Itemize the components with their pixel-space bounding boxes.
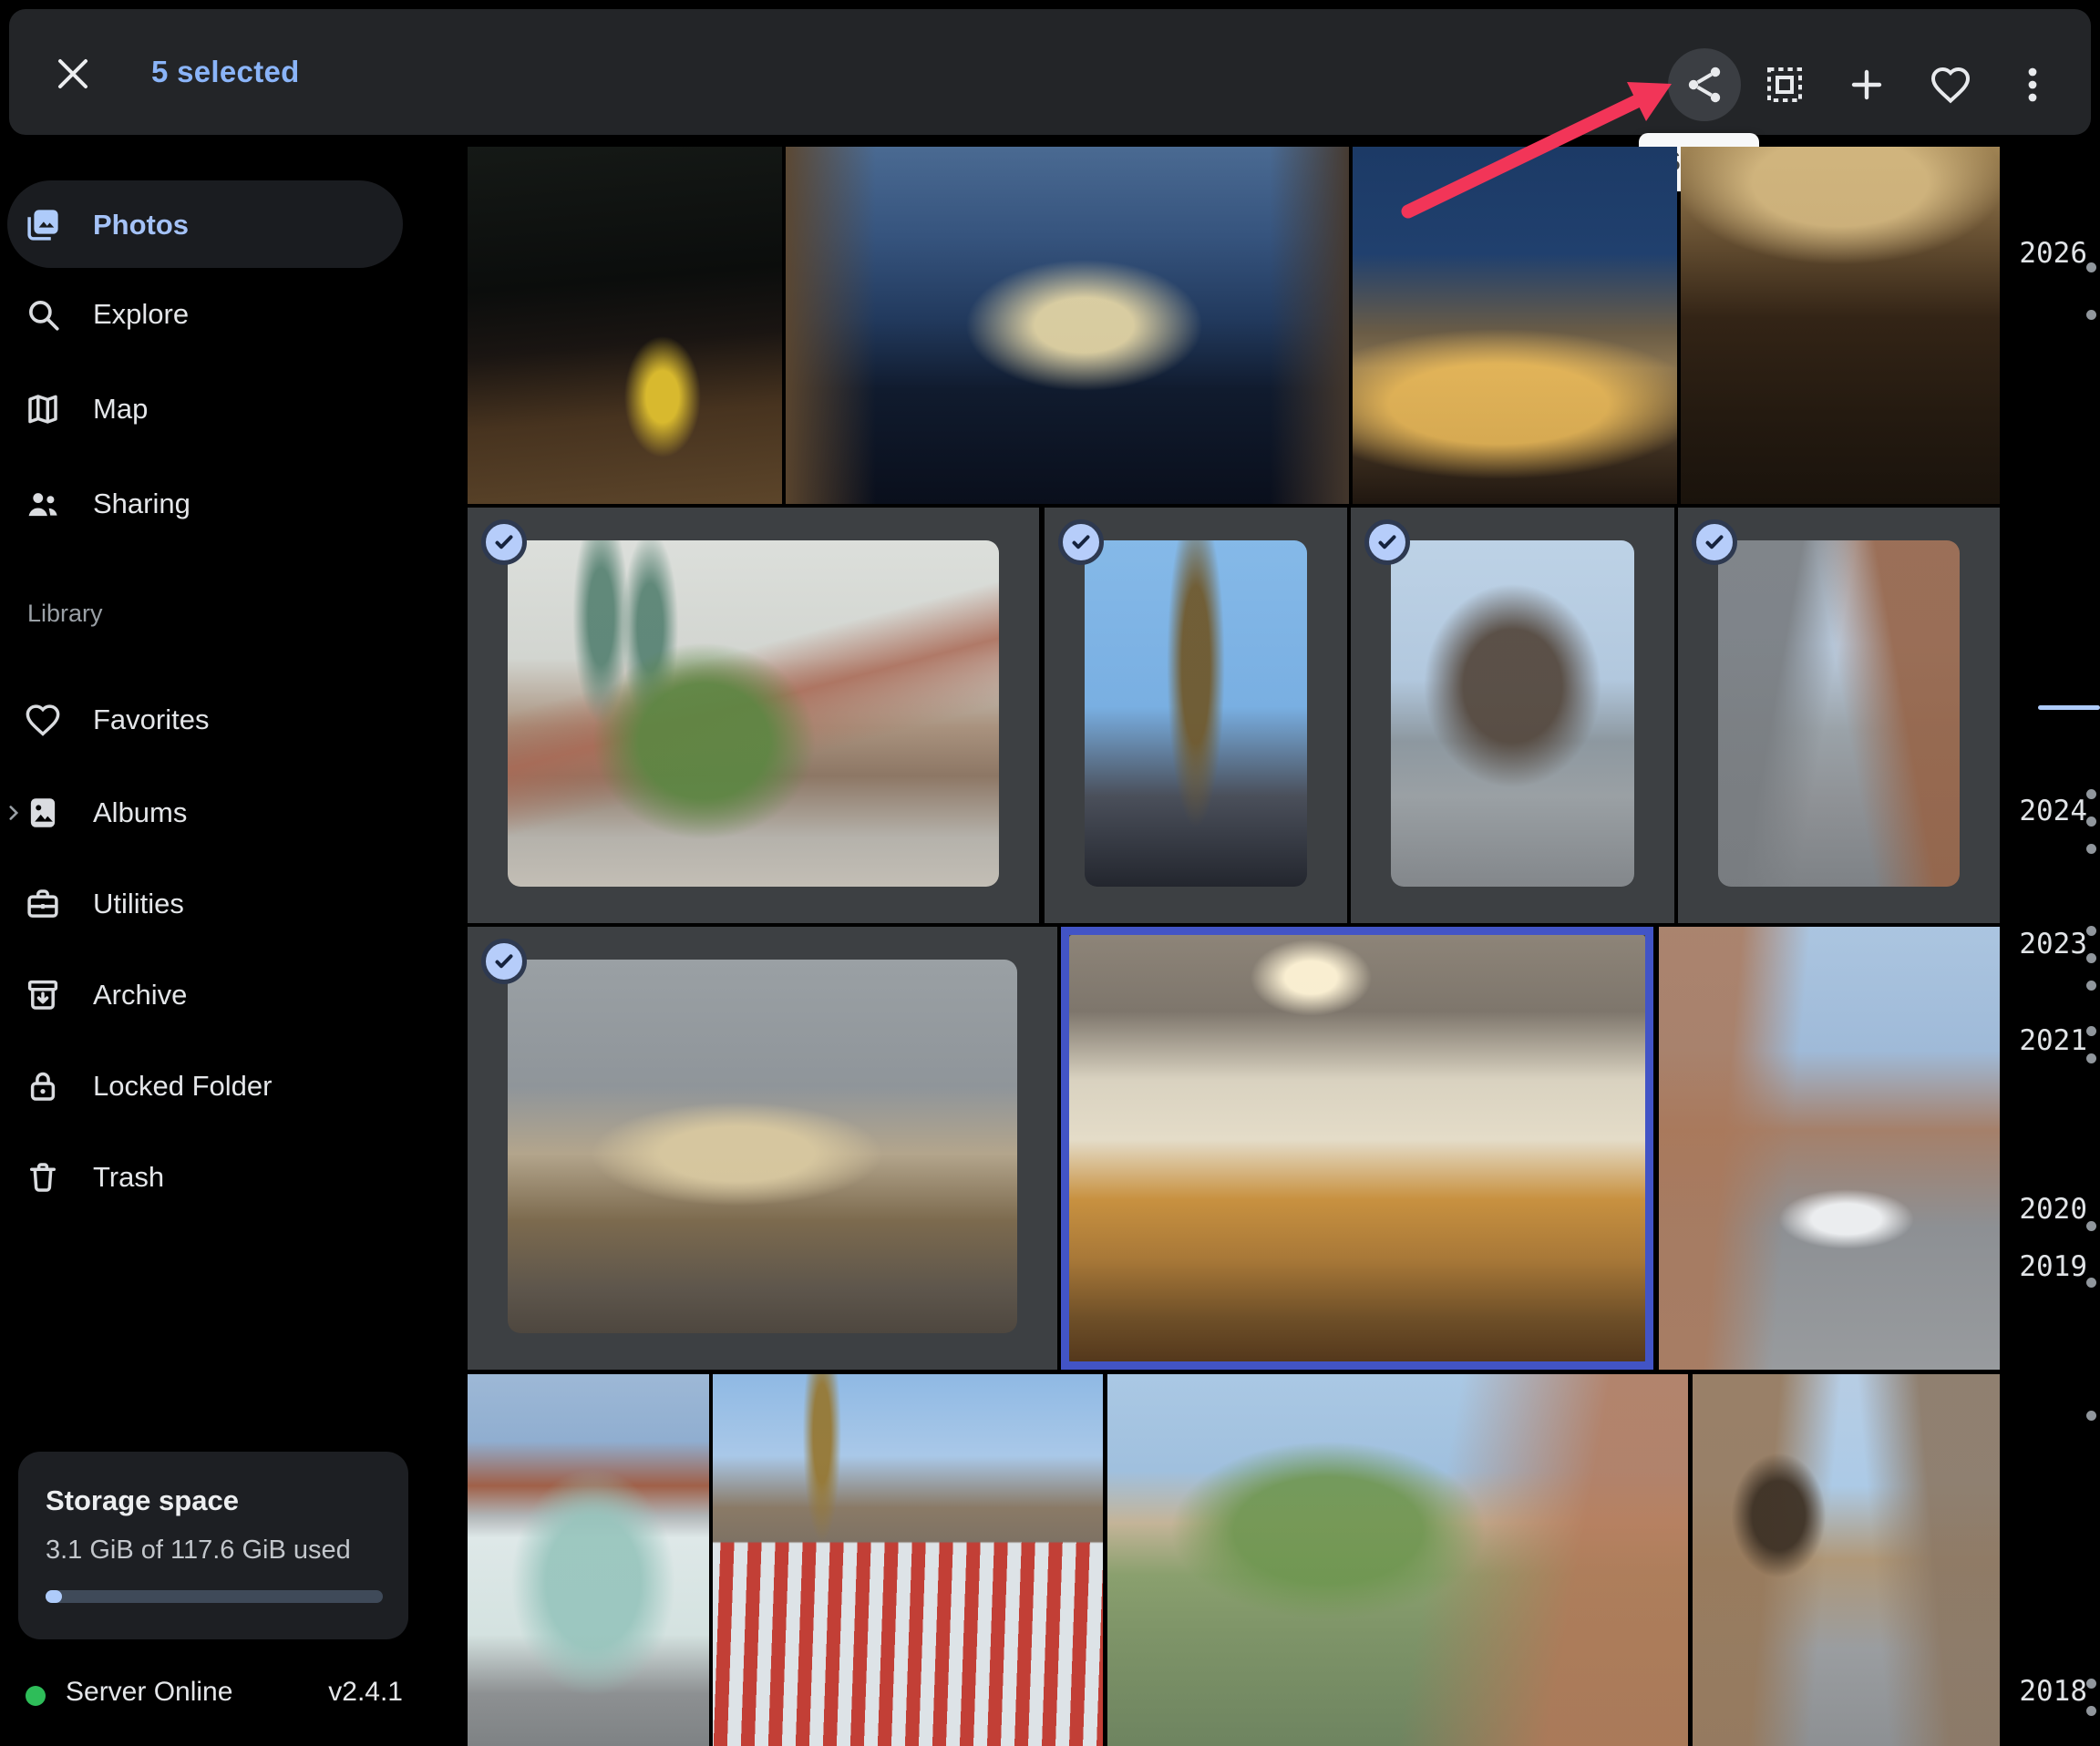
favorite-button[interactable] — [1929, 63, 1972, 107]
chevron-right-icon[interactable] — [2, 801, 26, 825]
close-selection-button[interactable] — [51, 52, 95, 96]
selected-check-icon[interactable] — [1692, 519, 1737, 565]
share-button[interactable] — [1683, 63, 1726, 107]
server-status-dot — [26, 1686, 46, 1706]
sidebar-item-explore[interactable]: Explore — [0, 271, 419, 358]
server-status-label: Server Online — [66, 1677, 232, 1708]
timeline-dot — [2086, 789, 2096, 799]
search-icon — [24, 295, 62, 334]
sidebar-item-label: Map — [93, 393, 148, 426]
photo-thumbnail-focused[interactable] — [1061, 927, 1653, 1370]
sidebar-item-label: Locked Folder — [93, 1070, 272, 1103]
photo-thumbnail[interactable] — [1693, 1374, 2000, 1746]
timeline-dot — [2086, 1053, 2096, 1063]
close-icon — [51, 85, 95, 98]
photo-thumbnail[interactable] — [1681, 147, 2000, 504]
sidebar-item-archive[interactable]: Archive — [0, 951, 419, 1039]
sidebar-item-label: Favorites — [93, 704, 209, 736]
timeline-year[interactable]: 2026 — [2019, 233, 2087, 273]
timeline-dot — [2086, 1026, 2096, 1036]
timeline-year[interactable]: 2020 — [2019, 1189, 2087, 1229]
timeline-year[interactable]: 2018 — [2019, 1671, 2087, 1711]
photo-thumbnail[interactable] — [1353, 147, 1677, 504]
timeline-dot — [2086, 926, 2096, 936]
timeline-dot — [2086, 1679, 2096, 1689]
storage-progress-track — [46, 1590, 383, 1603]
sidebar-item-trash[interactable]: Trash — [0, 1134, 419, 1221]
archive-icon — [24, 976, 62, 1014]
sidebar-item-label: Albums — [93, 796, 187, 829]
server-status-row: Server Online v2.4.1 — [18, 1675, 408, 1717]
photo-thumbnail-selected[interactable] — [1351, 508, 1674, 923]
sidebar-item-utilities[interactable]: Utilities — [0, 860, 419, 948]
sidebar-item-label: Sharing — [93, 488, 190, 520]
select-all-button[interactable] — [1763, 63, 1807, 107]
photo-thumbnail[interactable] — [786, 147, 1349, 504]
sharing-icon — [24, 485, 62, 523]
timeline-year[interactable]: 2023 — [2019, 924, 2087, 964]
favorite-icon — [1929, 63, 1972, 107]
selected-check-icon[interactable] — [481, 519, 527, 565]
timeline-dot — [2086, 262, 2096, 272]
selected-count-label: 5 selected — [151, 55, 300, 89]
favorites-icon — [24, 701, 62, 739]
library-section-label: Library — [27, 600, 103, 628]
photo-thumbnail-selected[interactable] — [468, 927, 1057, 1370]
photo-thumbnail[interactable] — [468, 1374, 709, 1746]
storage-card: Storage space 3.1 GiB of 117.6 GiB used — [18, 1452, 408, 1639]
selected-check-icon[interactable] — [1364, 519, 1410, 565]
timeline-dot — [2086, 310, 2096, 320]
timeline-scrub-position[interactable] — [2038, 705, 2100, 710]
server-version: v2.4.1 — [328, 1677, 403, 1708]
timeline-dot — [2086, 1278, 2096, 1288]
photos-app: 5 selected — [0, 0, 2100, 1746]
share-icon — [1683, 63, 1726, 107]
sidebar-item-favorites[interactable]: Favorites — [0, 676, 419, 764]
timeline-year[interactable]: 2024 — [2019, 791, 2087, 831]
photos-icon — [24, 206, 62, 244]
timeline-dot — [2086, 1411, 2096, 1421]
lock-icon — [24, 1067, 62, 1105]
selection-toolbar: 5 selected — [9, 9, 2091, 135]
timeline-year[interactable]: 2019 — [2019, 1247, 2087, 1287]
sidebar-item-label: Explore — [93, 298, 189, 331]
photo-thumbnail[interactable] — [1659, 927, 2000, 1370]
timeline-scrubber[interactable]: 2026 2024 2023 2021 2020 2019 2018 — [1991, 0, 2100, 1746]
timeline-dot — [2086, 981, 2096, 991]
sidebar: Photos Explore Map Sharing Library — [0, 135, 428, 1746]
storage-usage: 3.1 GiB of 117.6 GiB used — [46, 1535, 351, 1566]
sidebar-item-label: Archive — [93, 979, 187, 1012]
add-icon — [1845, 63, 1889, 107]
photo-thumbnail-selected[interactable] — [1678, 508, 2000, 923]
albums-icon — [24, 794, 62, 832]
utilities-icon — [24, 885, 62, 923]
selected-check-icon[interactable] — [1058, 519, 1104, 565]
selected-check-icon[interactable] — [481, 939, 527, 984]
sidebar-item-photos[interactable]: Photos — [0, 181, 419, 269]
storage-title: Storage space — [46, 1484, 239, 1517]
sidebar-item-albums[interactable]: Albums — [0, 769, 419, 857]
photo-thumbnail[interactable] — [1107, 1374, 1688, 1746]
timeline-dot — [2086, 1706, 2096, 1716]
timeline-dot — [2086, 953, 2096, 963]
add-to-button[interactable] — [1845, 63, 1889, 107]
sidebar-item-label: Photos — [93, 209, 189, 241]
sidebar-item-label: Utilities — [93, 888, 184, 920]
photo-thumbnail-selected[interactable] — [1045, 508, 1347, 923]
storage-progress-fill — [46, 1590, 62, 1603]
sidebar-item-map[interactable]: Map — [0, 365, 419, 453]
timeline-year[interactable]: 2021 — [2019, 1021, 2087, 1061]
sidebar-item-locked-folder[interactable]: Locked Folder — [0, 1042, 419, 1130]
sidebar-item-label: Trash — [93, 1161, 164, 1194]
sidebar-item-sharing[interactable]: Sharing — [0, 460, 419, 548]
photo-thumbnail[interactable] — [713, 1374, 1103, 1746]
photo-thumbnail[interactable] — [468, 147, 782, 504]
photo-thumbnail-selected[interactable] — [468, 508, 1039, 923]
timeline-dot — [2086, 817, 2096, 827]
select-all-icon — [1763, 63, 1807, 107]
timeline-dot — [2086, 1221, 2096, 1231]
map-icon — [24, 390, 62, 428]
timeline-dot — [2086, 844, 2096, 854]
trash-icon — [24, 1158, 62, 1197]
